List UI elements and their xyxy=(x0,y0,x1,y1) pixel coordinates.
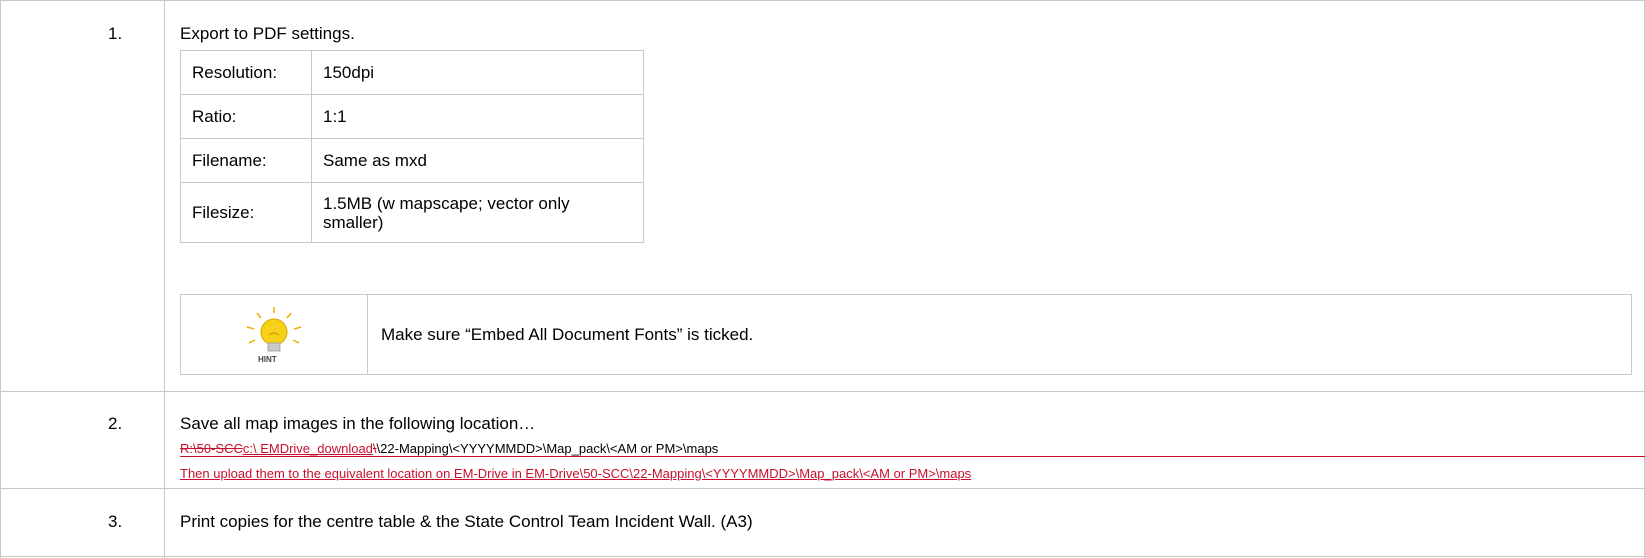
row-divider-2 xyxy=(0,488,1645,489)
instruction-table: 1. Export to PDF settings. Resolution: 1… xyxy=(0,0,1645,558)
settings-row: Resolution: 150dpi xyxy=(180,50,644,95)
setting-value: 1:1 xyxy=(311,94,644,139)
step-text: Print copies for the centre table & the … xyxy=(180,512,753,531)
setting-value: Same as mxd xyxy=(311,138,644,183)
setting-value: 150dpi xyxy=(311,50,644,95)
step-text: Export to PDF settings. xyxy=(180,24,355,43)
settings-row: Ratio: 1:1 xyxy=(180,94,644,139)
upload-note: Then upload them to the equivalent locat… xyxy=(180,466,972,481)
table-border-left xyxy=(0,0,1,558)
inserted-path-text: c:\ EMDrive_download xyxy=(242,441,373,456)
setting-key: Resolution: xyxy=(180,50,312,95)
settings-row: Filename: Same as mxd xyxy=(180,138,644,183)
setting-key: Ratio: xyxy=(180,94,312,139)
hint-label: HINT xyxy=(258,355,277,364)
revision-underline xyxy=(180,456,1645,457)
hint-icon-cell: HINT xyxy=(181,295,368,374)
deleted-path-text: R:\50-SCC xyxy=(180,441,243,456)
tracked-path-line: R:\50-SCCc:\ EMDrive_download\\22-Mappin… xyxy=(180,441,718,456)
step-number: 2. xyxy=(108,414,123,433)
setting-key: Filename: xyxy=(180,138,312,183)
row-divider-1 xyxy=(0,391,1645,392)
setting-key: Filesize: xyxy=(180,182,312,243)
hint-text: Make sure “Embed All Document Fonts” is … xyxy=(381,325,754,344)
step-number: 3. xyxy=(108,512,123,531)
hint-box: HINT Make sure “Embed All Document Fonts… xyxy=(180,294,1632,375)
table-border-bottom xyxy=(0,556,1645,557)
path-rest-text: \22-Mapping\<YYYYMMDD>\Map_pack\<AM or P… xyxy=(376,441,719,456)
pdf-settings-table: Resolution: 150dpi Ratio: 1:1 Filename: … xyxy=(180,50,644,243)
table-border-top xyxy=(0,0,1645,1)
step-text: Save all map images in the following loc… xyxy=(180,414,536,433)
step-number: 1. xyxy=(108,24,123,43)
setting-value: 1.5MB (w mapscape; vector only smaller) xyxy=(311,182,644,243)
column-divider xyxy=(164,0,165,558)
settings-row: Filesize: 1.5MB (w mapscape; vector only… xyxy=(180,182,644,243)
